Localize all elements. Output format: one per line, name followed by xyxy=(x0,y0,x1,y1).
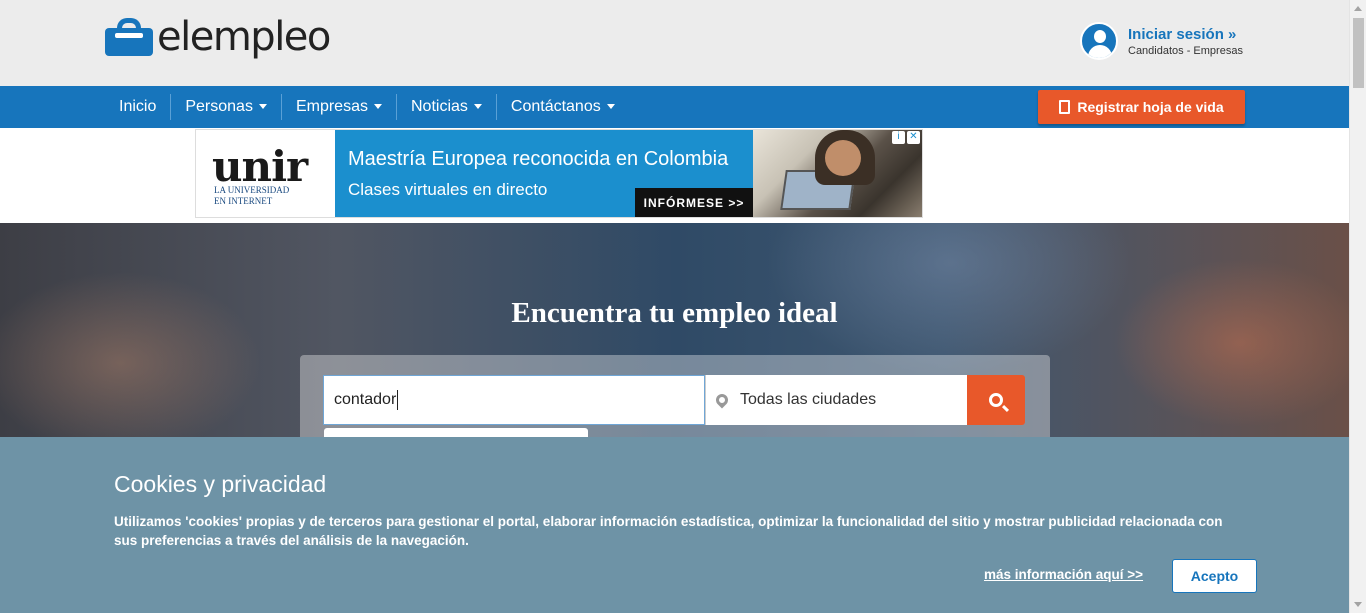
info-icon[interactable]: i xyxy=(892,131,905,144)
site-header: elempleo Iniciar sesión » Candidatos - E… xyxy=(0,0,1349,86)
ad-text-panel: Maestría Europea reconocida en Colombia … xyxy=(335,130,753,217)
cookie-text: Utilizamos 'cookies' propias y de tercer… xyxy=(114,514,1223,548)
search-icon xyxy=(989,393,1003,407)
city-select-value: Todas las ciudades xyxy=(740,391,877,408)
accept-cookies-button[interactable]: Acepto xyxy=(1172,559,1257,593)
job-search-box: contador Todas las ciudades xyxy=(300,355,1050,438)
cookie-title: Cookies y privacidad xyxy=(114,471,327,497)
register-cv-button[interactable]: Registrar hoja de vida xyxy=(1038,90,1245,124)
ad-tagline-1: LA UNIVERSIDAD xyxy=(214,185,290,195)
document-icon xyxy=(1059,100,1071,114)
scroll-thumb[interactable] xyxy=(1353,18,1364,88)
register-cv-label: Registrar hoja de vida xyxy=(1077,99,1224,115)
logo-text: elempleo xyxy=(157,14,331,60)
unir-logo: unir LA UNIVERSIDAD EN INTERNET xyxy=(196,130,335,217)
ad-headline: Maestría Europea reconocida en Colombia xyxy=(348,148,729,170)
cookie-more-info-link[interactable]: más información aquí >> xyxy=(984,567,1143,582)
close-icon[interactable]: ✕ xyxy=(907,131,920,144)
ad-strip: unir LA UNIVERSIDAD EN INTERNET Maestría… xyxy=(0,128,1349,223)
ad-cta-button[interactable]: INFÓRMESE >> xyxy=(635,188,753,217)
city-select[interactable]: Todas las ciudades xyxy=(705,375,967,425)
ad-subheadline: Clases virtuales en directo xyxy=(348,180,548,199)
nav-item-empresas[interactable]: Empresas xyxy=(280,94,396,120)
unir-ad-banner[interactable]: unir LA UNIVERSIDAD EN INTERNET Maestría… xyxy=(195,129,923,218)
search-button[interactable] xyxy=(967,375,1025,425)
job-search-value: contador xyxy=(334,391,397,408)
nav-item-label: Personas xyxy=(185,98,253,115)
nav-item-label: Empresas xyxy=(295,98,368,115)
briefcase-logo-icon xyxy=(105,16,153,58)
user-avatar-icon[interactable] xyxy=(1080,22,1118,60)
ad-brand: unir xyxy=(212,142,308,191)
nav-item-label: Noticias xyxy=(410,98,468,115)
location-pin-icon xyxy=(713,391,731,409)
nav-item-noticias[interactable]: Noticias xyxy=(395,94,496,120)
nav-item-contactanos[interactable]: Contáctanos xyxy=(495,94,629,120)
scroll-up-arrow-icon[interactable] xyxy=(1354,6,1362,11)
ad-tagline-2: EN INTERNET xyxy=(214,196,273,206)
hero-section: Encuentra tu empleo ideal contador Todas… xyxy=(0,223,1349,438)
nav-item-personas[interactable]: Personas xyxy=(170,94,281,120)
login-area[interactable]: Iniciar sesión » Candidatos - Empresas xyxy=(1080,22,1243,60)
caret-down-icon xyxy=(473,104,482,110)
page-scrollbar[interactable] xyxy=(1349,0,1366,613)
elempleo-logo[interactable]: elempleo xyxy=(105,14,331,60)
text-cursor xyxy=(397,390,399,410)
nav-item-label: Inicio xyxy=(119,98,157,115)
scroll-down-arrow-icon[interactable] xyxy=(1354,602,1362,607)
login-link[interactable]: Iniciar sesión » xyxy=(1128,26,1243,43)
job-search-input[interactable]: contador xyxy=(323,375,705,425)
caret-down-icon xyxy=(606,104,615,110)
login-subtitle: Candidatos - Empresas xyxy=(1128,44,1243,57)
hero-title: Encuentra tu empleo ideal xyxy=(511,297,838,329)
nav-item-label: Contáctanos xyxy=(510,98,601,115)
nav-item-inicio[interactable]: Inicio xyxy=(105,94,170,120)
cookie-banner: Cookies y privacidad Utilizamos 'cookies… xyxy=(0,437,1349,613)
caret-down-icon xyxy=(373,104,382,110)
main-nav: Inicio Personas Empresas Noticias Contáctano… xyxy=(0,86,1349,128)
caret-down-icon xyxy=(258,104,267,110)
